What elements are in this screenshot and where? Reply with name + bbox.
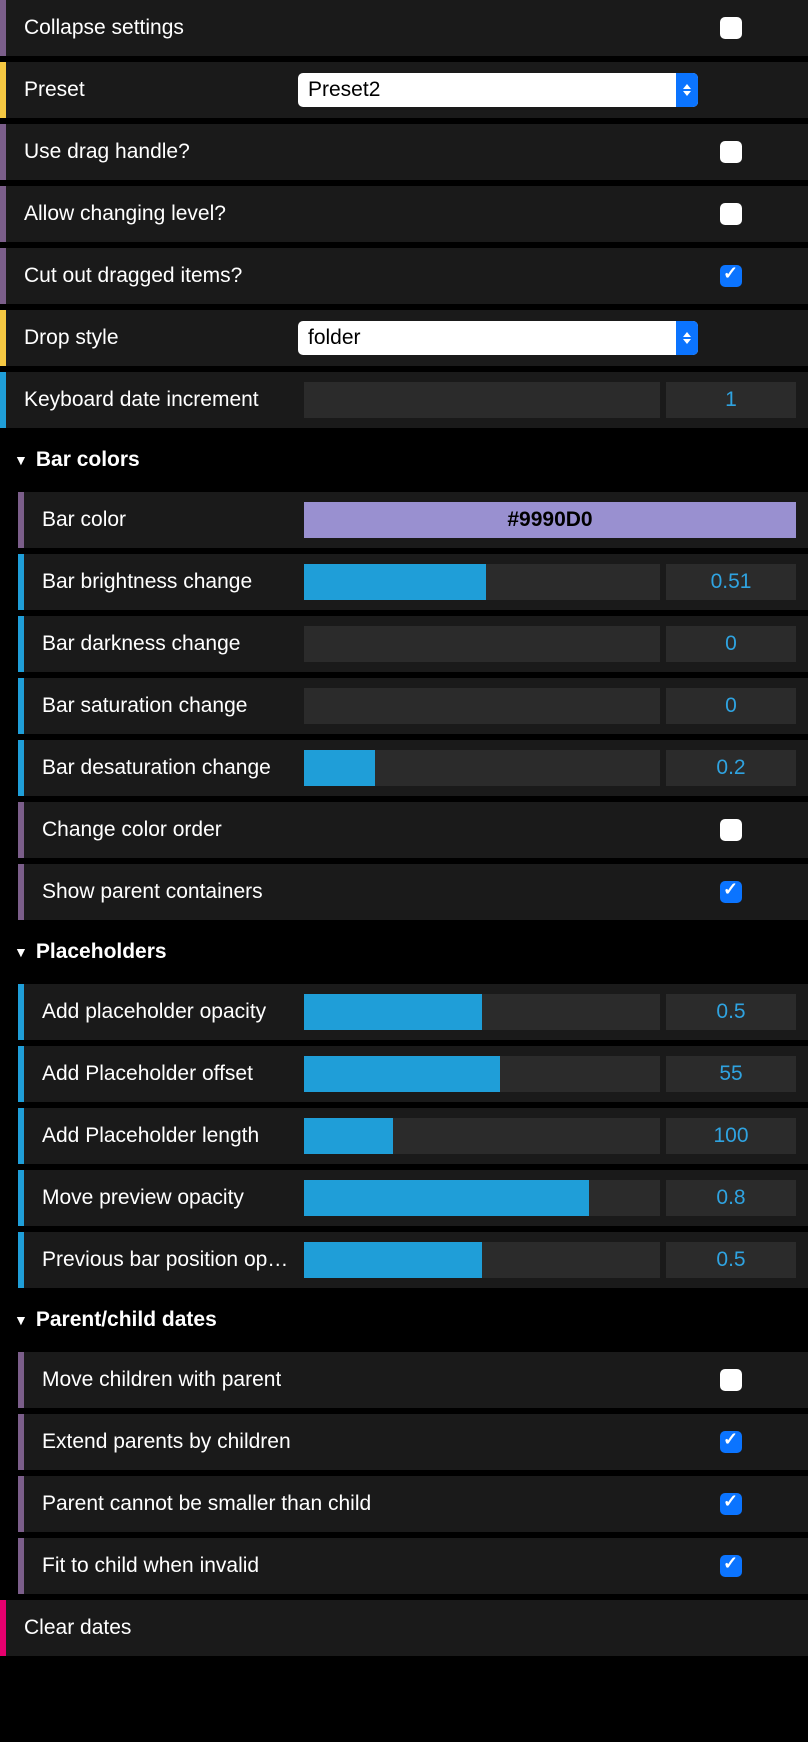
row-use-drag-handle: Use drag handle?: [0, 124, 808, 180]
row-prev-bar-pos-opacity: Previous bar position op… 0.5: [18, 1232, 808, 1288]
placeholder-length-value[interactable]: 100: [666, 1118, 796, 1154]
placeholder-offset-label: Add Placeholder offset: [24, 1062, 298, 1086]
preset-label: Preset: [6, 78, 298, 102]
collapse-settings-checkbox[interactable]: [720, 17, 742, 39]
fit-to-child-checkbox[interactable]: [720, 1555, 742, 1577]
bar-darkness-label: Bar darkness change: [24, 632, 298, 656]
change-color-order-label: Change color order: [24, 818, 222, 842]
select-chevron-icon[interactable]: [676, 321, 698, 355]
placeholder-offset-value[interactable]: 55: [666, 1056, 796, 1092]
move-preview-opacity-value[interactable]: 0.8: [666, 1180, 796, 1216]
row-extend-parents: Extend parents by children: [18, 1414, 808, 1470]
prev-bar-pos-opacity-label: Previous bar position op…: [24, 1248, 298, 1272]
bar-brightness-label: Bar brightness change: [24, 570, 298, 594]
section-parent-child-label: Parent/child dates: [36, 1308, 217, 1332]
cut-out-dragged-checkbox[interactable]: [720, 265, 742, 287]
fit-to-child-label: Fit to child when invalid: [24, 1554, 259, 1578]
bar-darkness-slider[interactable]: [304, 626, 660, 662]
bar-saturation-label: Bar saturation change: [24, 694, 298, 718]
section-bar-colors-label: Bar colors: [36, 448, 140, 472]
prev-bar-pos-opacity-slider[interactable]: [304, 1242, 660, 1278]
placeholder-opacity-value[interactable]: 0.5: [666, 994, 796, 1030]
row-bar-color: Bar color #9990D0: [18, 492, 808, 548]
section-placeholders-label: Placeholders: [36, 940, 167, 964]
row-bar-brightness: Bar brightness change 0.51: [18, 554, 808, 610]
select-chevron-icon[interactable]: [676, 73, 698, 107]
bar-color-swatch[interactable]: #9990D0: [304, 502, 796, 538]
placeholder-offset-slider[interactable]: [304, 1056, 660, 1092]
extend-parents-checkbox[interactable]: [720, 1431, 742, 1453]
cut-out-dragged-label: Cut out dragged items?: [6, 264, 242, 288]
preset-select-value: Preset2: [308, 78, 380, 102]
row-clear-dates[interactable]: Clear dates: [0, 1600, 808, 1656]
row-show-parent-containers: Show parent containers: [18, 864, 808, 920]
row-cut-out-dragged: Cut out dragged items?: [0, 248, 808, 304]
clear-dates-label: Clear dates: [6, 1616, 131, 1640]
collapse-settings-label: Collapse settings: [6, 16, 184, 40]
row-move-preview-opacity: Move preview opacity 0.8: [18, 1170, 808, 1226]
placeholder-opacity-slider[interactable]: [304, 994, 660, 1030]
extend-parents-label: Extend parents by children: [24, 1430, 291, 1454]
allow-changing-level-checkbox[interactable]: [720, 203, 742, 225]
move-children-checkbox[interactable]: [720, 1369, 742, 1391]
row-bar-desaturation: Bar desaturation change 0.2: [18, 740, 808, 796]
section-bar-colors[interactable]: ▼ Bar colors: [0, 434, 808, 486]
row-placeholder-length: Add Placeholder length 100: [18, 1108, 808, 1164]
move-preview-opacity-label: Move preview opacity: [24, 1186, 298, 1210]
caret-down-icon: ▼: [14, 1312, 28, 1328]
drop-style-select[interactable]: folder: [298, 321, 698, 355]
show-parent-containers-checkbox[interactable]: [720, 881, 742, 903]
move-preview-opacity-slider[interactable]: [304, 1180, 660, 1216]
row-change-color-order: Change color order: [18, 802, 808, 858]
row-preset: Preset Preset2: [0, 62, 808, 118]
row-placeholder-opacity: Add placeholder opacity 0.5: [18, 984, 808, 1040]
bar-darkness-value[interactable]: 0: [666, 626, 796, 662]
bar-saturation-value[interactable]: 0: [666, 688, 796, 724]
row-bar-darkness: Bar darkness change 0: [18, 616, 808, 672]
row-allow-changing-level: Allow changing level?: [0, 186, 808, 242]
row-move-children: Move children with parent: [18, 1352, 808, 1408]
bar-brightness-value[interactable]: 0.51: [666, 564, 796, 600]
prev-bar-pos-opacity-value[interactable]: 0.5: [666, 1242, 796, 1278]
row-keyboard-date-increment: Keyboard date increment 1: [0, 372, 808, 428]
bar-brightness-slider[interactable]: [304, 564, 660, 600]
bar-color-label: Bar color: [24, 508, 298, 532]
bar-desaturation-value[interactable]: 0.2: [666, 750, 796, 786]
caret-down-icon: ▼: [14, 452, 28, 468]
row-parent-not-smaller: Parent cannot be smaller than child: [18, 1476, 808, 1532]
bar-saturation-slider[interactable]: [304, 688, 660, 724]
preset-select[interactable]: Preset2: [298, 73, 698, 107]
row-drop-style: Drop style folder: [0, 310, 808, 366]
placeholder-length-slider[interactable]: [304, 1118, 660, 1154]
keyboard-date-increment-input[interactable]: [304, 382, 660, 418]
parent-not-smaller-label: Parent cannot be smaller than child: [24, 1492, 371, 1516]
drop-style-select-value: folder: [308, 326, 361, 350]
allow-changing-level-label: Allow changing level?: [6, 202, 226, 226]
section-placeholders[interactable]: ▼ Placeholders: [0, 926, 808, 978]
change-color-order-checkbox[interactable]: [720, 819, 742, 841]
row-collapse-settings: Collapse settings: [0, 0, 808, 56]
use-drag-handle-checkbox[interactable]: [720, 141, 742, 163]
move-children-label: Move children with parent: [24, 1368, 281, 1392]
bar-desaturation-slider[interactable]: [304, 750, 660, 786]
section-parent-child[interactable]: ▼ Parent/child dates: [0, 1294, 808, 1346]
row-bar-saturation: Bar saturation change 0: [18, 678, 808, 734]
row-placeholder-offset: Add Placeholder offset 55: [18, 1046, 808, 1102]
parent-not-smaller-checkbox[interactable]: [720, 1493, 742, 1515]
use-drag-handle-label: Use drag handle?: [6, 140, 190, 164]
keyboard-date-increment-value[interactable]: 1: [666, 382, 796, 418]
keyboard-date-increment-label: Keyboard date increment: [6, 388, 298, 412]
bar-desaturation-label: Bar desaturation change: [24, 756, 298, 780]
show-parent-containers-label: Show parent containers: [24, 880, 263, 904]
drop-style-label: Drop style: [6, 326, 298, 350]
caret-down-icon: ▼: [14, 944, 28, 960]
placeholder-length-label: Add Placeholder length: [24, 1124, 298, 1148]
row-fit-to-child: Fit to child when invalid: [18, 1538, 808, 1594]
placeholder-opacity-label: Add placeholder opacity: [24, 1000, 298, 1024]
